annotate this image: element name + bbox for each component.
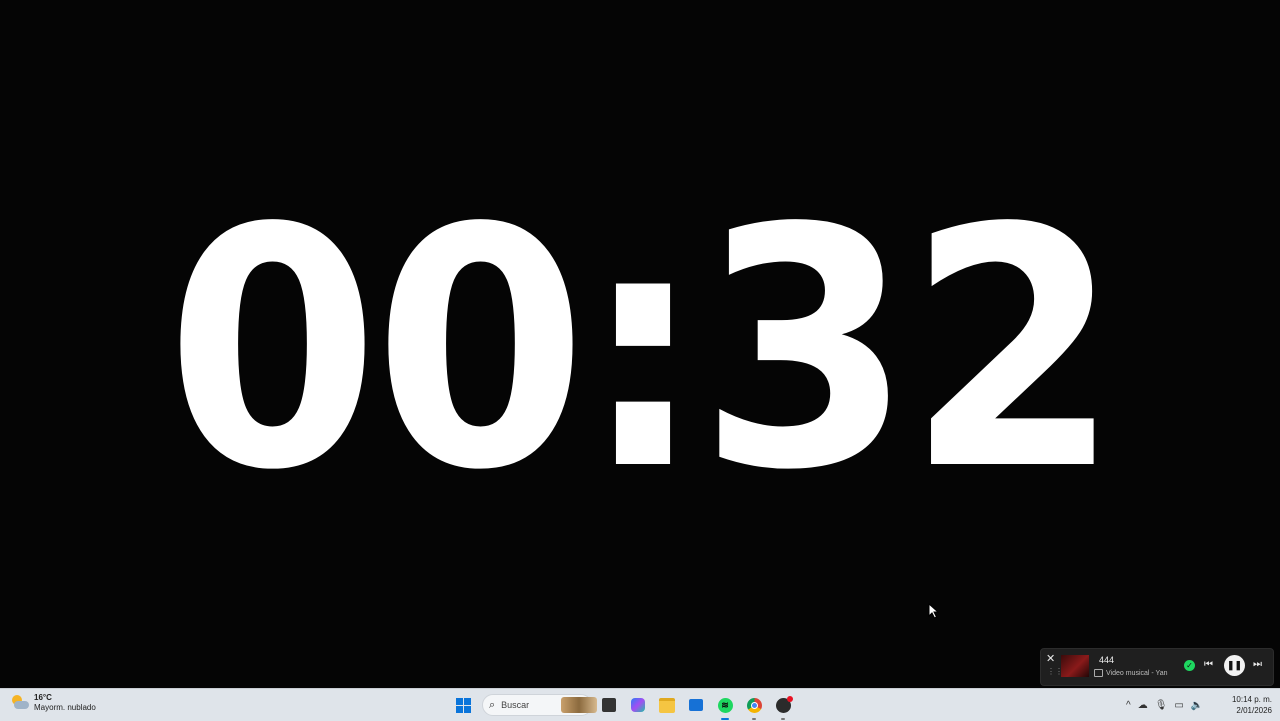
copilot-button[interactable] (626, 693, 650, 717)
timer-display: 00:32 (0, 150, 1280, 550)
video-icon (1094, 669, 1103, 677)
app-notification-icon (775, 695, 793, 713)
file-explorer-button[interactable] (655, 693, 679, 717)
weather-text: 16°C Mayorm. nublado (34, 693, 96, 713)
search-highlight-image (561, 697, 597, 713)
media-mini-player[interactable]: ✕ ⋮⋮ 444 Video musical - Yan ✓ ⏮ ❚❚ ⏭ (1040, 648, 1274, 686)
saved-check-icon[interactable]: ✓ (1184, 660, 1195, 671)
spotify-button[interactable]: ≋ (713, 693, 737, 720)
next-track-button[interactable]: ⏭ (1253, 659, 1262, 670)
task-view-button[interactable] (597, 693, 621, 717)
task-view-icon (602, 698, 616, 712)
start-button[interactable] (451, 693, 475, 717)
folder-icon (659, 697, 675, 713)
chrome-button[interactable] (742, 693, 766, 720)
taskbar-search[interactable]: ⌕ Buscar (482, 694, 597, 716)
close-icon[interactable]: ✕ (1046, 652, 1055, 665)
cloud-icon[interactable]: ☁ (1138, 700, 1148, 711)
partly-cloudy-icon (10, 694, 30, 712)
app-button[interactable] (771, 693, 795, 720)
clock-date: 2/01/2026 (1236, 706, 1272, 715)
chrome-icon (746, 697, 762, 713)
previous-track-button[interactable]: ⏮ (1204, 659, 1213, 670)
taskbar-apps: ⌕ Buscar ≋ (451, 693, 800, 720)
mouse-cursor-icon (928, 603, 940, 619)
chevron-up-icon[interactable]: ^ (1126, 700, 1131, 711)
taskbar-clock[interactable]: 10:14 p. m. 2/01/2026 (1226, 694, 1272, 716)
clock-time: 10:14 p. m. (1231, 695, 1272, 704)
pause-button[interactable]: ❚❚ (1224, 655, 1245, 676)
weather-temperature: 16°C (34, 693, 52, 702)
album-thumbnail (1061, 655, 1089, 677)
copilot-icon (631, 698, 645, 712)
weather-condition: Mayorm. nublado (34, 703, 96, 712)
display-icon[interactable]: ▭ (1174, 700, 1183, 711)
volume-icon[interactable]: 🔈 (1191, 700, 1203, 711)
search-icon: ⌕ (489, 698, 496, 711)
weather-widget[interactable]: 16°C Mayorm. nublado (10, 693, 96, 713)
store-icon (689, 699, 703, 711)
search-placeholder: Buscar (501, 700, 530, 710)
spotify-icon: ≋ (717, 697, 733, 713)
track-subtitle: Video musical - Yan (1106, 669, 1168, 677)
microsoft-store-button[interactable] (684, 693, 708, 717)
microphone-icon[interactable]: 🎙 (1155, 700, 1168, 711)
track-title: 444 (1099, 655, 1115, 665)
system-tray: ^ ☁ 🎙 ▭ 🔈 (1126, 696, 1203, 714)
windows-logo-icon (455, 697, 471, 713)
taskbar: 16°C Mayorm. nublado ⌕ Buscar ≋ ^ ☁ 🎙 ▭ … (0, 688, 1280, 721)
timer-text: 00:32 (165, 158, 1120, 542)
track-subtitle-row: Video musical - Yan (1094, 669, 1172, 677)
